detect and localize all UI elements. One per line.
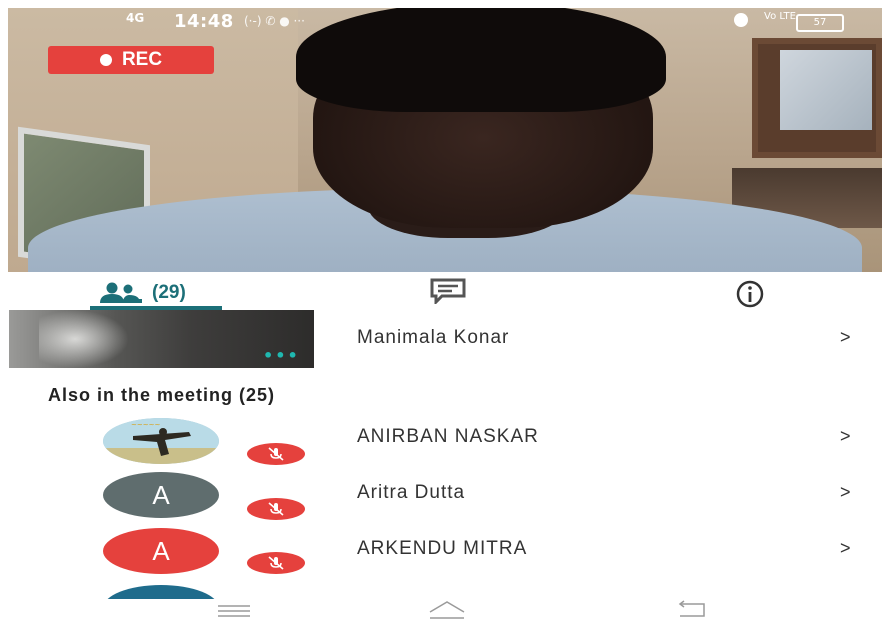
avatar-initial: A	[152, 535, 170, 566]
chevron-right-icon[interactable]: >	[840, 426, 851, 447]
alarm-icon	[734, 13, 748, 27]
mic-off-icon	[268, 447, 284, 461]
chevron-right-icon[interactable]: >	[840, 327, 851, 348]
avatar: ~~~~~	[103, 418, 219, 464]
avatar-photo-caption: ~~~~~	[131, 421, 160, 429]
participant-row[interactable]: ~~~~~ ANIRBAN NASKAR >	[0, 410, 885, 466]
participant-row[interactable]: A ARKENDU MITRA >	[0, 522, 885, 578]
tab-info[interactable]	[734, 278, 766, 310]
status-bar: 4G 14:48 (·-) ✆ ● ··· Vo LTE 57	[8, 8, 882, 34]
battery-indicator: 57	[796, 14, 844, 32]
tab-chat[interactable]	[428, 278, 468, 306]
recording-badge: REC	[48, 46, 214, 74]
video-background-picture	[780, 50, 872, 130]
people-icon	[100, 282, 142, 303]
recording-label: REC	[121, 49, 163, 70]
active-speaker-thumbnail[interactable]: •••	[9, 310, 314, 368]
chevron-right-icon[interactable]: >	[840, 538, 851, 559]
section-heading: Also in the meeting (25)	[48, 385, 276, 405]
avatar-initial: A	[152, 479, 170, 510]
status-time: 14:48	[174, 11, 234, 32]
mic-off-icon	[268, 556, 284, 570]
avatar-photo-image: ~~~~~	[103, 418, 219, 464]
network-indicator: 4G	[126, 11, 145, 25]
mic-off-icon	[268, 502, 284, 516]
mic-muted-badge	[247, 443, 305, 465]
participant-name: Aritra Dutta	[357, 482, 466, 503]
volte-indicator: Vo LTE	[764, 11, 796, 22]
chat-icon	[430, 278, 466, 306]
back-icon[interactable]	[672, 600, 712, 620]
mic-muted-badge	[247, 552, 305, 574]
tab-bar: (29)	[8, 272, 882, 312]
thumbnail-light	[39, 310, 129, 368]
tab-participants[interactable]: (29)	[98, 278, 248, 308]
home-icon[interactable]	[426, 598, 468, 620]
record-dot-icon	[99, 54, 112, 66]
system-nav-bar	[8, 596, 882, 624]
active-speaker-name[interactable]: Manimala Konar	[357, 327, 509, 349]
status-notification-icons: (·-) ✆ ● ···	[244, 14, 305, 28]
avatar: A	[103, 528, 219, 574]
participant-name: ANIRBAN NASKAR	[357, 426, 539, 447]
menu-icon[interactable]	[214, 602, 254, 618]
chevron-right-icon[interactable]: >	[840, 482, 851, 503]
participant-name: ARKENDU MITRA	[357, 538, 528, 559]
info-icon	[736, 280, 764, 308]
participants-count: (29)	[152, 282, 186, 303]
mic-muted-badge	[247, 498, 305, 520]
avatar: A	[103, 472, 219, 518]
participant-row[interactable]: A Aritra Dutta >	[0, 466, 885, 522]
more-options-icon[interactable]: •••	[263, 346, 300, 365]
